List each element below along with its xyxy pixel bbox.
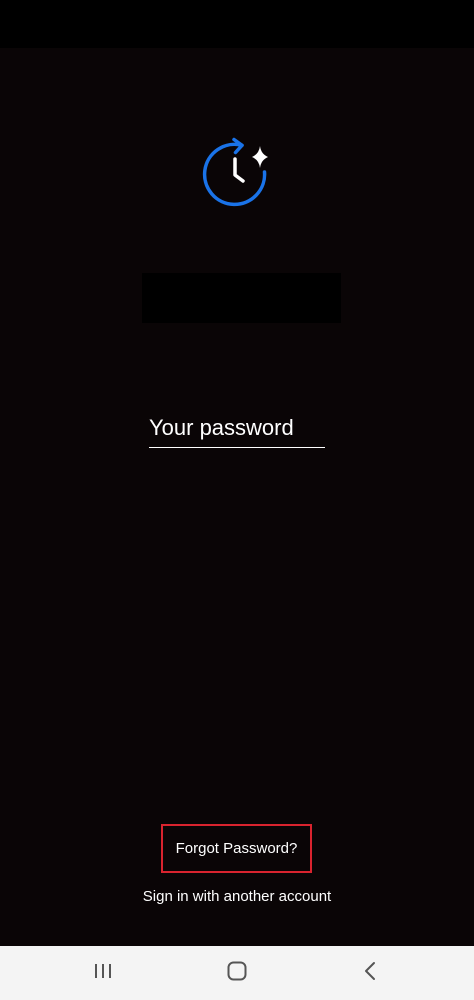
password-field[interactable]: Your password [149, 412, 325, 448]
password-placeholder: Your password [149, 415, 294, 440]
back-button[interactable] [340, 946, 400, 1000]
sign-in-another-account-link[interactable]: Sign in with another account [0, 888, 474, 905]
forgot-password-button[interactable]: Forgot Password? [161, 824, 312, 873]
system-navigation-bar [0, 946, 474, 1000]
app-logo-icon [200, 133, 274, 207]
back-chevron-icon [360, 960, 380, 987]
home-icon [226, 960, 248, 987]
recent-apps-icon [92, 961, 114, 986]
recent-apps-button[interactable] [73, 946, 133, 1000]
status-bar [0, 0, 474, 48]
home-button[interactable] [207, 946, 267, 1000]
redacted-account-name [142, 273, 341, 323]
